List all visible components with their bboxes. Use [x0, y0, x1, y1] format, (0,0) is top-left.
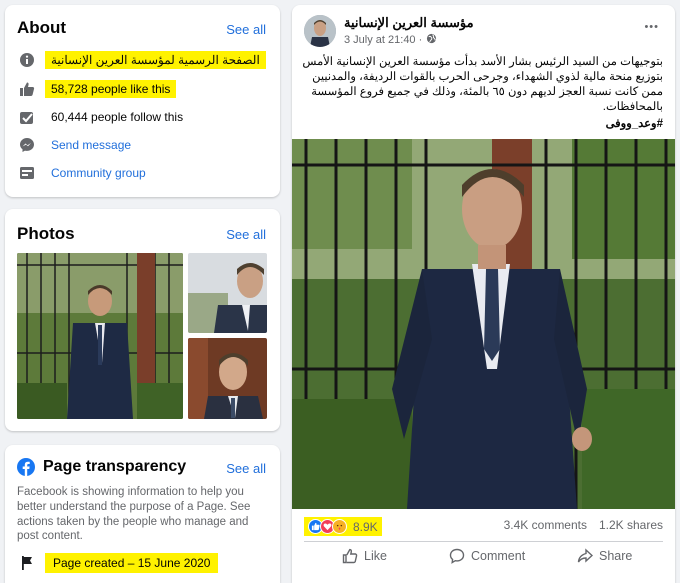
info-icon — [17, 50, 37, 70]
follow-check-icon — [17, 107, 37, 127]
transparency-body: Facebook is showing information to help … — [17, 486, 251, 543]
post-timestamp[interactable]: 3 July at 21:40 · — [344, 34, 422, 46]
share-icon — [577, 548, 593, 563]
post-page-name[interactable]: مؤسسة العرين الإنسانية — [344, 15, 474, 31]
flag-icon — [17, 553, 37, 573]
facebook-icon — [17, 458, 35, 481]
about-description: الصفحة الرسمية لمؤسسة العرين الإنسانية — [45, 51, 266, 69]
reactions-count[interactable]: 8.9K — [353, 520, 378, 534]
shares-count[interactable]: 1.2K shares — [599, 518, 663, 532]
about-follows: 60,444 people follow this — [51, 110, 184, 124]
like-label: Like — [364, 549, 387, 563]
transparency-title: Page transparency — [43, 458, 187, 475]
photos-card: Photos See all — [5, 209, 280, 431]
post-image[interactable] — [292, 139, 675, 509]
about-likes-row: 58,728 people like this — [17, 78, 270, 100]
about-likes: 58,728 people like this — [45, 80, 177, 98]
reactions-summary[interactable]: 8.9K — [304, 517, 382, 536]
care-reaction-icon — [332, 519, 347, 534]
page-created-row: Page created – 15 June 2020 — [17, 552, 270, 574]
share-button[interactable]: Share — [577, 548, 632, 564]
post-divider — [304, 541, 663, 542]
page-created: Page created – 15 June 2020 — [45, 553, 219, 573]
about-title: About — [17, 18, 67, 37]
like-button[interactable]: Like — [342, 548, 387, 564]
post-text: بتوجيهات من السيد الرئيس بشار الأسد بدأت… — [302, 56, 663, 113]
avatar-image — [304, 15, 336, 47]
post-timestamp-row: 3 July at 21:40 · — [344, 33, 437, 47]
photo-thumbnail-large[interactable] — [17, 253, 183, 419]
photo-large-image — [17, 253, 183, 419]
comment-label: Comment — [471, 549, 526, 563]
photo-thumbnail-bottom[interactable] — [188, 338, 267, 419]
photos-see-all-link[interactable]: See all — [226, 227, 266, 242]
comments-count[interactable]: 3.4K comments — [504, 518, 587, 532]
messenger-icon — [17, 135, 37, 155]
photo-bottom-image — [188, 338, 267, 419]
comment-button[interactable]: Comment — [449, 548, 525, 564]
photos-title: Photos — [17, 224, 75, 243]
share-label: Share — [599, 549, 633, 563]
about-description-row: الصفحة الرسمية لمؤسسة العرين الإنسانية — [17, 49, 270, 71]
post-photo — [292, 139, 675, 509]
community-icon — [17, 163, 37, 183]
comment-icon — [449, 548, 465, 564]
post-hashtag[interactable]: #وعد_ووفى — [606, 117, 663, 132]
community-row[interactable]: Community group — [17, 162, 270, 184]
photo-thumbnail-top[interactable] — [188, 253, 267, 333]
about-see-all-link[interactable]: See all — [226, 22, 266, 37]
thumbs-up-icon — [17, 79, 37, 99]
transparency-card: Page transparency See all Facebook is sh… — [5, 445, 280, 583]
community-link[interactable]: Community group — [45, 166, 146, 180]
transparency-see-all-link[interactable]: See all — [226, 461, 266, 476]
send-message-row[interactable]: Send message — [17, 134, 270, 156]
page-avatar[interactable] — [304, 15, 336, 47]
about-follows-row: 60,444 people follow this — [17, 106, 270, 128]
photo-top-image — [188, 253, 267, 333]
send-message-link[interactable]: Send message — [45, 138, 131, 152]
post-more-button[interactable]: ••• — [644, 21, 659, 33]
about-card: About See all الصفحة الرسمية لمؤسسة العر… — [5, 5, 280, 197]
like-icon — [342, 548, 358, 564]
post-card: مؤسسة العرين الإنسانية 3 July at 21:40 ·… — [292, 5, 675, 583]
globe-icon — [426, 33, 437, 47]
